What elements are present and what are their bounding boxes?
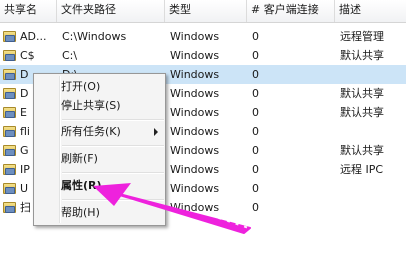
annotation-arrow (93, 183, 406, 262)
